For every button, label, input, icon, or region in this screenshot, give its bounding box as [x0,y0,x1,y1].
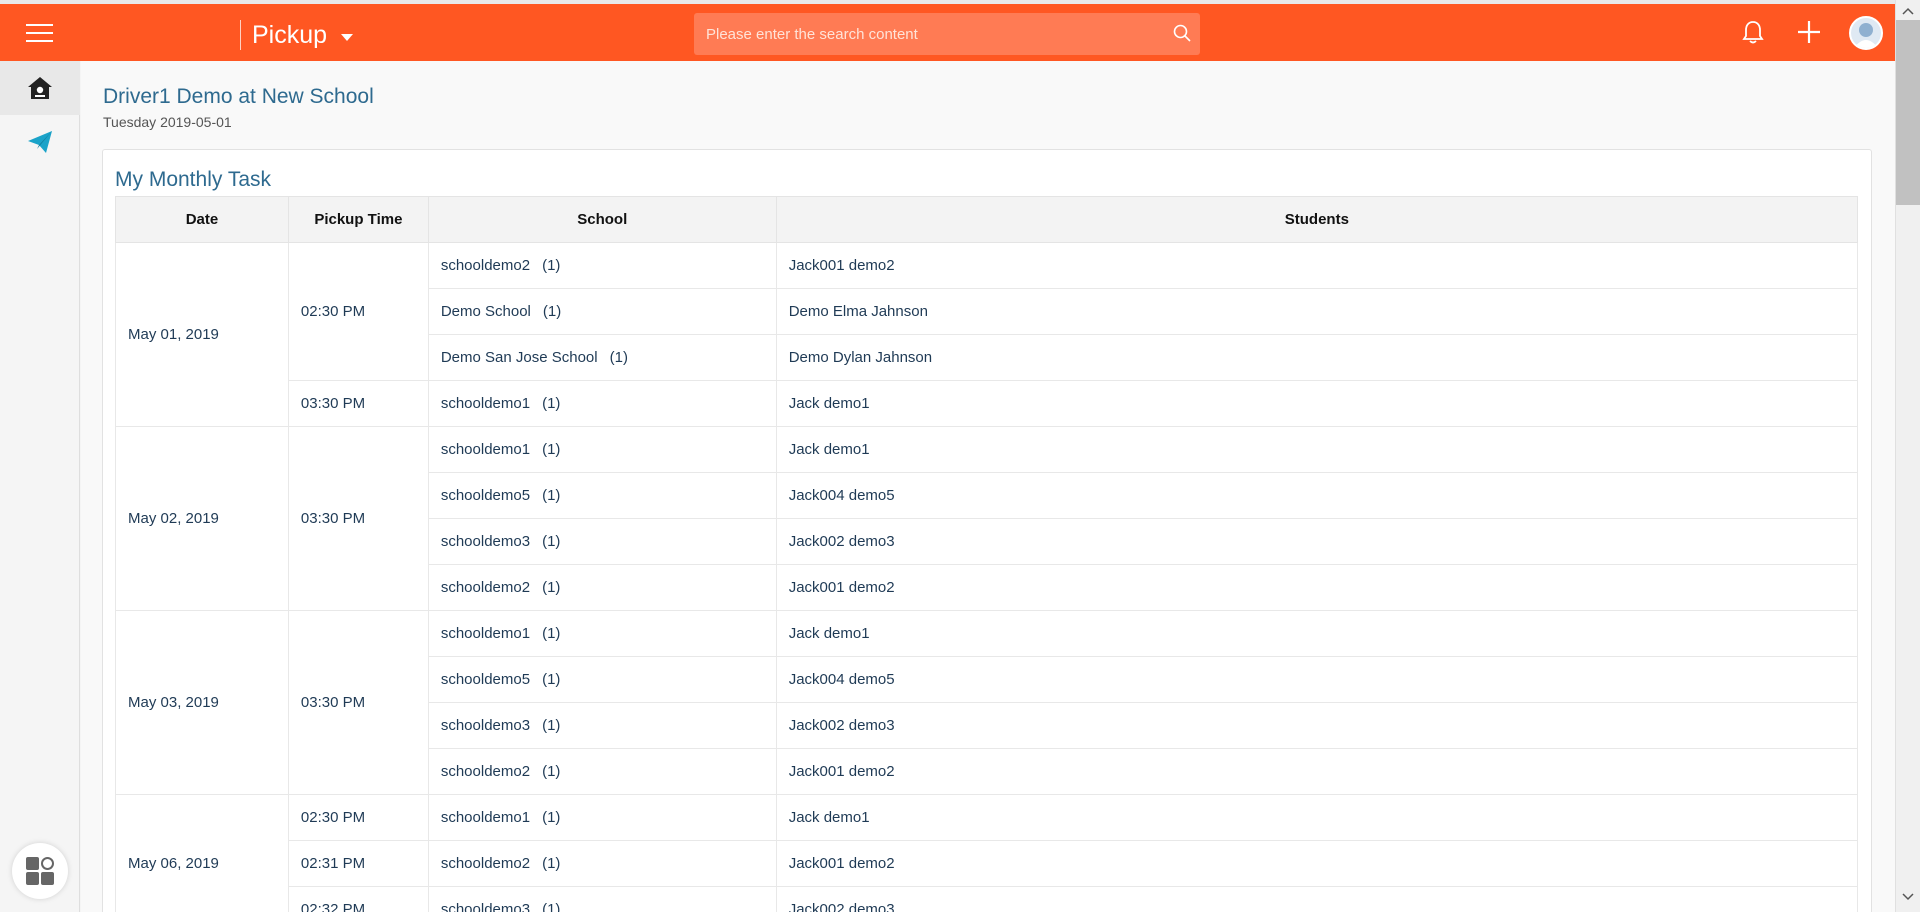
date-cell: May 01, 2019 [115,242,289,427]
time-cell: 02:30 PM [287,794,429,841]
school-cell: schooldemo1 (1) [427,426,777,473]
monthly-task-card: My Monthly Task Date Pickup Time School … [102,149,1872,912]
date-cell: May 06, 2019 [115,794,289,912]
school-cell: Demo School (1) [427,288,777,335]
bell-icon[interactable] [1739,18,1767,46]
student-cell: Jack demo1 [775,794,1859,841]
time-cell: 03:30 PM [287,380,429,427]
search-icon[interactable] [1172,23,1192,43]
table-header-row: Date Pickup Time School Students [115,196,1859,243]
app-switcher[interactable]: Pickup [252,21,354,50]
school-cell: schooldemo3 (1) [427,518,777,565]
school-cell: schooldemo3 (1) [427,886,777,912]
student-cell: Demo Elma Jahnson [775,288,1859,335]
student-cell: Jack002 demo3 [775,518,1859,565]
col-header-school: School [427,196,777,243]
sidebar-item-home[interactable] [0,61,80,115]
date-cell: May 02, 2019 [115,426,289,611]
date-cell: May 03, 2019 [115,610,289,795]
school-cell: schooldemo5 (1) [427,656,777,703]
school-cell: schooldemo1 (1) [427,610,777,657]
scrollbar-thumb[interactable] [1896,20,1920,205]
school-cell: schooldemo2 (1) [427,564,777,611]
task-table: Date Pickup Time School Students May 01,… [115,196,1859,912]
student-cell: Jack demo1 [775,426,1859,473]
table-row: May 02, 2019 03:30 PM schooldemo1 (1) Jac… [115,426,1859,611]
student-cell: Demo Dylan Jahnson [775,334,1859,381]
school-cell: schooldemo3 (1) [427,702,777,749]
main-content: Driver1 Demo at New School Tuesday 2019-… [81,61,1895,912]
student-cell: Jack004 demo5 [775,472,1859,519]
time-cell: 02:32 PM [287,886,429,912]
table-row: 02:31 PM schooldemo2 (1) Jack001 demo2 [116,840,1859,887]
search-box [694,13,1200,55]
time-cell: 03:30 PM [287,426,429,611]
student-cell: Jack002 demo3 [775,702,1859,749]
col-header-pickup-time: Pickup Time [287,196,429,243]
col-header-date: Date [115,196,289,243]
table-row: May 01, 2019 02:30 PM schooldemo2 (1) Jac… [115,242,1859,427]
student-cell: Jack001 demo2 [775,242,1859,289]
paper-plane-icon [28,131,52,153]
title-divider [240,20,241,50]
school-cell: schooldemo1 (1) [427,380,777,427]
scroll-up-icon[interactable] [1902,6,1914,18]
student-cell: Jack001 demo2 [775,840,1859,887]
school-cell: schooldemo2 (1) [427,748,777,795]
student-cell: Jack001 demo2 [775,564,1859,611]
menu-icon[interactable] [26,24,53,44]
col-header-students: Students [775,196,1859,243]
scroll-down-icon[interactable] [1902,890,1914,902]
school-cell: schooldemo5 (1) [427,472,777,519]
school-cell: schooldemo2 (1) [427,242,777,289]
school-cell: schooldemo2 (1) [427,840,777,887]
vertical-scrollbar[interactable] [1895,0,1920,912]
home-icon [28,77,52,99]
school-cell: Demo San Jose School (1) [427,334,777,381]
table-row: 02:32 PM schooldemo3 (1) Jack002 demo3 [116,886,1859,912]
student-cell: Jack demo1 [775,380,1859,427]
student-cell: Jack002 demo3 [775,886,1859,912]
apps-icon [26,857,54,885]
time-cell: 02:31 PM [287,840,429,887]
app-title: Pickup [252,21,328,49]
page-title: Driver1 Demo at New School [103,85,374,108]
apps-button[interactable] [12,843,68,899]
student-cell: Jack001 demo2 [775,748,1859,795]
time-cell: 03:30 PM [287,610,429,795]
search-input[interactable] [694,13,1200,55]
top-bar: Pickup [0,0,1895,61]
avatar[interactable] [1849,16,1883,50]
sidebar [0,61,80,912]
table-row: 03:30 PM schooldemo1 (1) Jack demo1 [116,380,1859,427]
plus-icon[interactable] [1795,18,1823,46]
sidebar-item-send[interactable] [0,115,80,169]
card-title: My Monthly Task [115,168,271,191]
school-cell: schooldemo1 (1) [427,794,777,841]
time-cell: 02:30 PM [287,242,429,381]
chevron-down-icon [341,34,354,41]
table-row: May 06, 2019 02:30 PM schooldemo1 (1) Jac… [115,794,1859,912]
student-cell: Jack demo1 [775,610,1859,657]
page-date: Tuesday 2019-05-01 [103,114,232,130]
student-cell: Jack004 demo5 [775,656,1859,703]
table-row: May 03, 2019 03:30 PM schooldemo1 (1) Jac… [115,610,1859,795]
